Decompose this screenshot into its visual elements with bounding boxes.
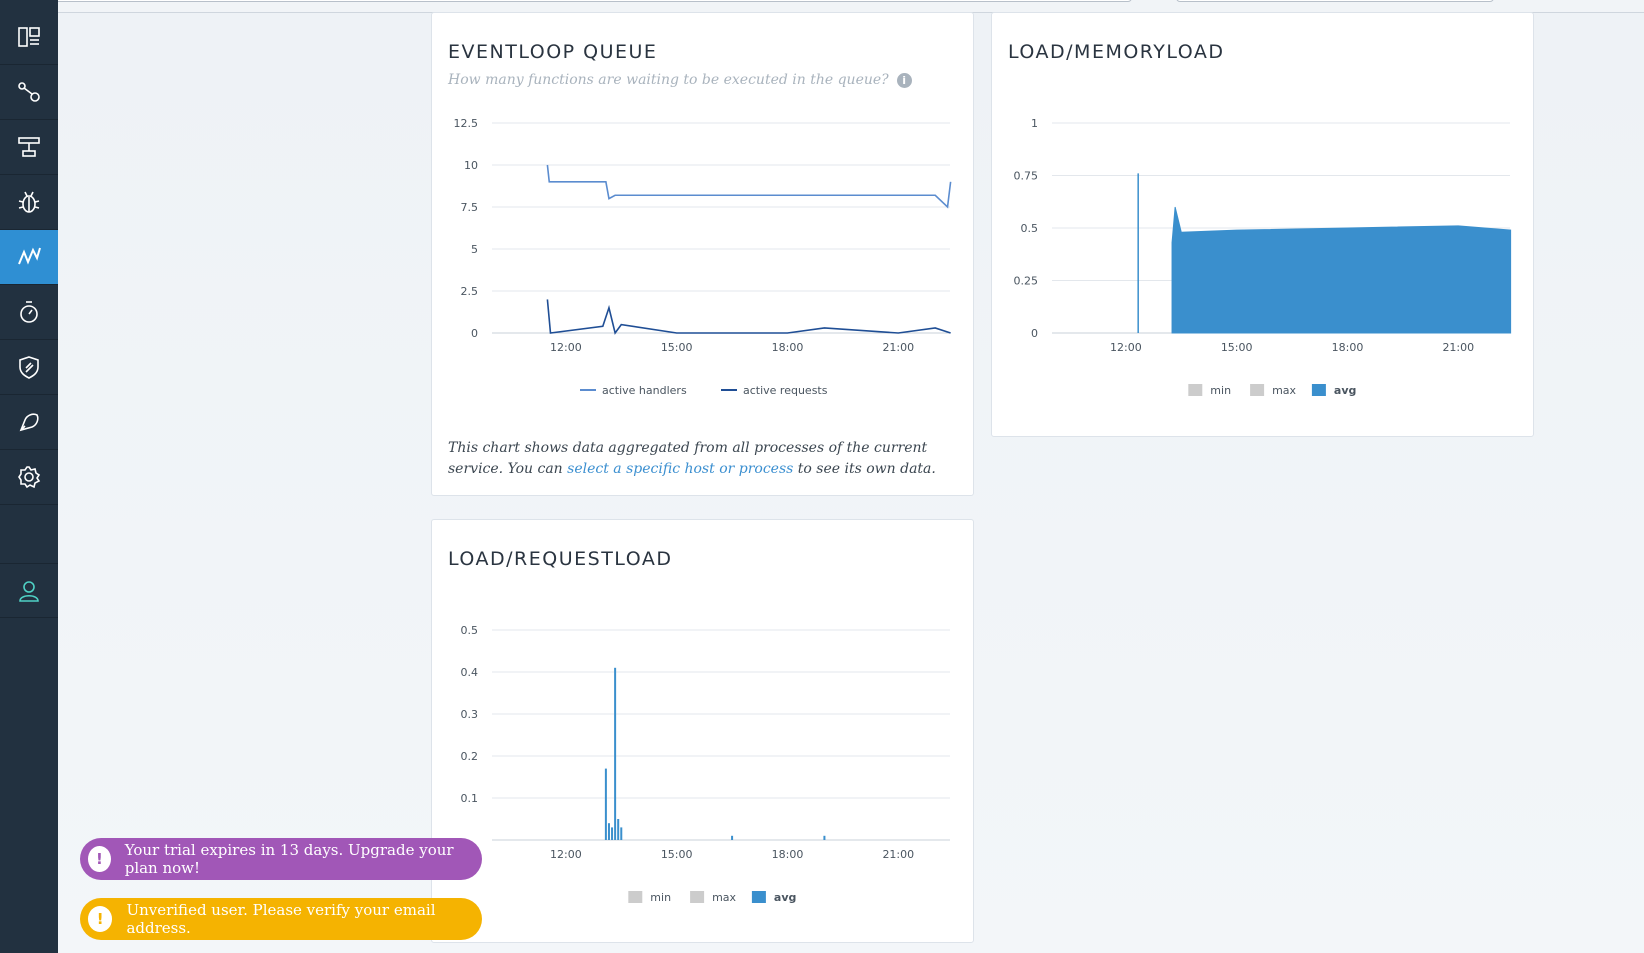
gear-icon (18, 466, 41, 489)
topology-icon (18, 82, 40, 102)
requestload-chart: 0.1 0.2 0.3 0.4 0.5 12:00 15:00 18:00 21:00 min ma… (461, 624, 950, 904)
memoryload-chart: 0 0.25 0.5 0.75 1 12:00 15:00 18:00 21:00 min max a… (1014, 117, 1512, 397)
user-icon (19, 580, 39, 602)
metrics-icon (18, 247, 41, 265)
nav-alerts[interactable] (0, 395, 58, 450)
legend-label: min (650, 891, 671, 904)
unverified-toast[interactable]: ! Unverified user. Please verify your em… (80, 898, 482, 940)
avg-bar (611, 827, 614, 840)
filter-icon (18, 137, 40, 157)
y-tick-label: 0.1 (461, 792, 479, 805)
legend-label: max (712, 891, 736, 904)
nav-metrics[interactable] (0, 230, 58, 285)
sidebar (0, 0, 58, 953)
x-tick-label: 15:00 (661, 341, 693, 354)
card-title: LOAD/MEMORYLOAD (1008, 41, 1225, 63)
x-tick-label: 12:00 (550, 341, 582, 354)
avg-bar (620, 827, 623, 840)
nav-dashboard[interactable] (0, 10, 58, 65)
card-title: LOAD/REQUESTLOAD (448, 548, 673, 570)
x-tick-label: 12:00 (1110, 341, 1142, 354)
legend-label: avg (774, 891, 796, 904)
note-suffix: to see its own data. (793, 461, 936, 477)
y-tick-label: 0.5 (1021, 222, 1039, 235)
legend-label: active requests (743, 384, 828, 397)
legend-swatch (1250, 384, 1265, 396)
x-tick-label: 12:00 (550, 848, 582, 861)
y-tick-label: 0.25 (1014, 275, 1039, 288)
nav-bugs[interactable] (0, 175, 58, 230)
y-tick-label: 0.2 (461, 750, 479, 763)
bug-icon (18, 191, 40, 213)
legend-swatch (628, 891, 643, 903)
x-tick-label: 18:00 (1332, 341, 1364, 354)
eventloop-chart: 0 2.5 5 7.5 10 12.5 12:00 15:00 18:00 21:00 active… (454, 117, 952, 397)
legend-swatch (690, 891, 705, 903)
avg-bar (731, 835, 734, 840)
legend-label: active handlers (602, 384, 687, 397)
legend-label: avg (1334, 384, 1356, 397)
series-line-2 (546, 299, 951, 335)
y-tick-label: 7.5 (461, 201, 479, 214)
nav-topology[interactable] (0, 65, 58, 120)
nav-stopwatch[interactable] (0, 285, 58, 340)
y-tick-label: 0.4 (461, 666, 479, 679)
stopwatch-icon (20, 301, 38, 323)
card-subtitle-text: How many functions are waiting to be exe… (448, 72, 889, 88)
y-tick-label: 0 (1031, 327, 1038, 340)
eventloop-queue-card: EVENTLOOP QUEUE How many functions are w… (431, 12, 974, 496)
trial-toast[interactable]: ! Your trial expires in 13 days. Upgrade… (80, 838, 482, 880)
y-tick-label: 0.75 (1014, 170, 1039, 183)
warning-icon: ! (88, 846, 111, 872)
y-tick-label: 0.3 (461, 708, 479, 721)
nav-security[interactable] (0, 340, 58, 395)
dashboard-icon (18, 27, 40, 47)
shield-icon (19, 356, 39, 379)
avg-bar (617, 819, 620, 840)
y-tick-label: 1 (1031, 117, 1038, 130)
aggregation-note: This chart shows data aggregated from al… (448, 438, 938, 480)
y-tick-label: 0 (471, 327, 478, 340)
card-subtitle: How many functions are waiting to be exe… (448, 72, 912, 88)
avg-bar (607, 823, 610, 840)
nav-settings[interactable] (0, 450, 58, 505)
y-tick-label: 0.5 (461, 624, 479, 637)
avg-bar (604, 768, 607, 840)
y-tick-label: 5 (471, 243, 478, 256)
legend-swatch (751, 891, 766, 903)
search-field[interactable] (1176, 0, 1494, 2)
legend-swatch (1188, 384, 1203, 396)
x-tick-label: 15:00 (661, 848, 693, 861)
y-tick-label: 2.5 (461, 285, 479, 298)
info-icon[interactable]: i (896, 72, 912, 88)
avg-bar (823, 835, 826, 840)
legend-label: min (1210, 384, 1231, 397)
x-tick-label: 18:00 (772, 848, 804, 861)
alert-icon (19, 413, 39, 432)
x-tick-label: 21:00 (1442, 341, 1474, 354)
select-host-link[interactable]: select a specific host or process (567, 461, 793, 477)
avg-area (1171, 206, 1512, 334)
series-line-1 (546, 164, 952, 209)
memoryload-card: LOAD/MEMORYLOAD 0 0.25 0.5 0.75 1 12:00 15:00 1… (991, 12, 1534, 437)
trial-message: Your trial expires in 13 days. Upgrade y… (124, 841, 454, 877)
nav-filter[interactable] (0, 120, 58, 175)
avg-bar (614, 667, 617, 840)
x-tick-label: 18:00 (772, 341, 804, 354)
x-tick-label: 21:00 (882, 848, 914, 861)
url-field[interactable] (40, 0, 1132, 2)
requestload-card: LOAD/REQUESTLOAD 0.1 0.2 0.3 0.4 0.5 12:00 15:… (431, 519, 974, 943)
y-tick-label: 12.5 (454, 117, 479, 130)
card-title: EVENTLOOP QUEUE (448, 41, 658, 63)
unverified-message: Unverified user. Please verify your emai… (126, 901, 436, 937)
y-tick-label: 10 (464, 159, 478, 172)
warning-icon: ! (88, 906, 113, 932)
nav-account[interactable] (0, 563, 58, 618)
x-tick-label: 15:00 (1221, 341, 1253, 354)
legend-swatch (1311, 384, 1326, 396)
x-tick-label: 21:00 (882, 341, 914, 354)
legend-label: max (1272, 384, 1296, 397)
